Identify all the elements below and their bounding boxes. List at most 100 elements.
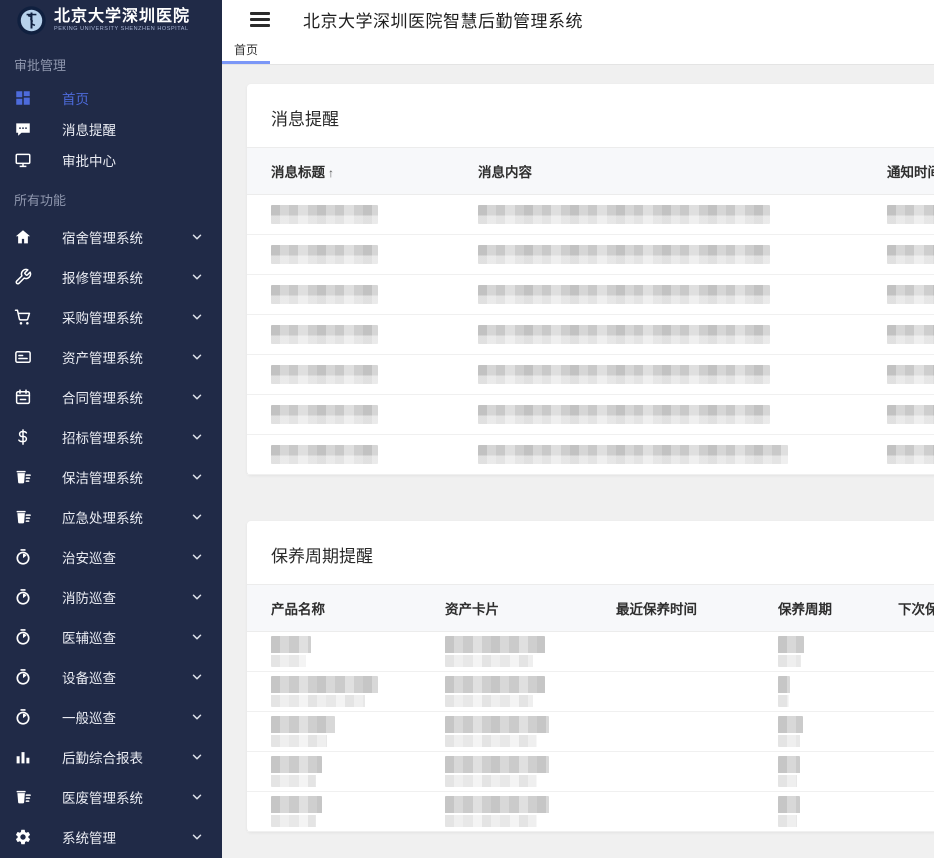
table-row[interactable] xyxy=(247,672,934,712)
redacted-text-block xyxy=(478,325,770,344)
table-row[interactable] xyxy=(247,395,934,435)
redacted-text-block xyxy=(887,445,934,464)
wrench-icon xyxy=(14,268,32,286)
sidebar-item-logistics-report[interactable]: 后勤综合报表 xyxy=(0,737,222,777)
sidebar-item-label: 消防巡查 xyxy=(62,587,116,607)
table-row[interactable] xyxy=(247,195,934,235)
sidebar-item-label: 宿舍管理系统 xyxy=(62,227,143,247)
redacted-text-block xyxy=(778,756,800,787)
sidebar-item-repair[interactable]: 报修管理系统 xyxy=(0,257,222,297)
sort-asc-icon[interactable]: ↑ xyxy=(328,166,334,180)
trash-icon xyxy=(14,468,32,486)
table-cell xyxy=(271,205,478,224)
hospital-name-en: PEKING UNIVERSITY SHENZHEN HOSPITAL xyxy=(54,27,190,33)
redacted-text-block xyxy=(271,325,378,344)
column-header[interactable]: 消息内容 xyxy=(478,161,887,181)
table-cell xyxy=(478,205,887,224)
card-icon xyxy=(14,348,32,366)
sidebar-item-dormitory[interactable]: 宿舍管理系统 xyxy=(0,217,222,257)
sidebar-item-label: 合同管理系统 xyxy=(62,387,143,407)
sidebar-item-message-reminder[interactable]: 消息提醒 xyxy=(0,113,222,144)
redacted-text-block xyxy=(887,285,934,304)
column-header[interactable]: 资产卡片 xyxy=(445,598,616,618)
table-cell xyxy=(271,245,478,264)
chevron-down-icon xyxy=(190,790,204,804)
redacted-text-block xyxy=(778,676,790,707)
chevron-down-icon xyxy=(190,390,204,404)
table-row[interactable] xyxy=(247,632,934,672)
sidebar-item-emergency[interactable]: 应急处理系统 xyxy=(0,497,222,537)
sidebar-item-equipment-patrol[interactable]: 设备巡查 xyxy=(0,657,222,697)
redacted-text-block xyxy=(271,205,378,224)
redacted-text-block xyxy=(271,445,378,464)
sidebar-item-approval-center[interactable]: 审批中心 xyxy=(0,144,222,175)
table-cell xyxy=(271,325,478,344)
card-title: 保养周期提醒 xyxy=(247,521,934,584)
chevron-down-icon xyxy=(190,670,204,684)
sidebar-item-label: 一般巡查 xyxy=(62,707,116,727)
table-cell xyxy=(887,245,934,264)
hamburger-menu-icon[interactable] xyxy=(250,12,270,27)
column-header[interactable]: 最近保养时间 xyxy=(616,598,778,618)
page-content: 消息提醒消息标题↑消息内容通知时间保养周期提醒产品名称资产卡片最近保养时间保养周… xyxy=(222,65,934,857)
calendar-icon xyxy=(14,388,32,406)
redacted-text-block xyxy=(887,245,934,264)
table-row[interactable] xyxy=(247,355,934,395)
column-header[interactable]: 通知时间 xyxy=(887,161,934,181)
column-header[interactable]: 保养周期 xyxy=(778,598,898,618)
sidebar-item-procurement[interactable]: 采购管理系统 xyxy=(0,297,222,337)
table-row[interactable] xyxy=(247,712,934,752)
table-header-row: 消息标题↑消息内容通知时间 xyxy=(247,147,934,195)
sidebar-item-asset[interactable]: 资产管理系统 xyxy=(0,337,222,377)
column-header[interactable]: 产品名称 xyxy=(271,598,445,618)
timer-icon xyxy=(14,708,32,726)
timer-icon xyxy=(14,628,32,646)
table-row[interactable] xyxy=(247,315,934,355)
sidebar-item-security-patrol[interactable]: 治安巡查 xyxy=(0,537,222,577)
table-row[interactable] xyxy=(247,792,934,832)
tab-首页[interactable]: 首页 xyxy=(222,38,270,64)
table-row[interactable] xyxy=(247,435,934,475)
cart-icon xyxy=(14,308,32,326)
redacted-text-block xyxy=(445,636,545,667)
dollar-icon xyxy=(14,428,32,446)
table-row[interactable] xyxy=(247,235,934,275)
chat-icon xyxy=(14,120,32,138)
table-row[interactable] xyxy=(247,275,934,315)
redacted-text-block xyxy=(445,676,545,707)
sidebar-item-label: 报修管理系统 xyxy=(62,267,143,287)
chevron-down-icon xyxy=(190,230,204,244)
chart-icon xyxy=(14,748,32,766)
sidebar-item-cleaning[interactable]: 保洁管理系统 xyxy=(0,457,222,497)
table-cell xyxy=(478,405,887,424)
table-cell xyxy=(887,285,934,304)
sidebar-item-medical-aux-patrol[interactable]: 医辅巡查 xyxy=(0,617,222,657)
column-header[interactable]: 消息标题↑ xyxy=(271,161,478,181)
table-cell xyxy=(478,245,887,264)
sidebar-item-bidding[interactable]: 招标管理系统 xyxy=(0,417,222,457)
sidebar-item-fire-patrol[interactable]: 消防巡查 xyxy=(0,577,222,617)
chevron-down-icon xyxy=(190,510,204,524)
chevron-down-icon xyxy=(190,750,204,764)
column-header[interactable]: 下次保养时间 xyxy=(898,598,934,618)
table-cell xyxy=(887,325,934,344)
chevron-down-icon xyxy=(190,550,204,564)
table-cell xyxy=(887,365,934,384)
sidebar-item-system-admin[interactable]: 系统管理 xyxy=(0,817,222,857)
table-cell xyxy=(478,325,887,344)
redacted-text-block xyxy=(271,245,378,264)
table-cell xyxy=(887,405,934,424)
sidebar-item-contract[interactable]: 合同管理系统 xyxy=(0,377,222,417)
table-row[interactable] xyxy=(247,752,934,792)
redacted-text-block xyxy=(271,285,378,304)
redacted-text-block xyxy=(778,636,804,667)
sidebar-item-general-patrol[interactable]: 一般巡查 xyxy=(0,697,222,737)
redacted-text-block xyxy=(887,405,934,424)
chevron-down-icon xyxy=(190,270,204,284)
sidebar-item-home[interactable]: 首页 xyxy=(0,82,222,113)
redacted-text-block xyxy=(887,365,934,384)
table-cell xyxy=(445,756,616,787)
sidebar-item-medical-waste[interactable]: 医废管理系统 xyxy=(0,777,222,817)
sidebar-item-label: 医废管理系统 xyxy=(62,787,143,807)
trash-icon xyxy=(14,508,32,526)
